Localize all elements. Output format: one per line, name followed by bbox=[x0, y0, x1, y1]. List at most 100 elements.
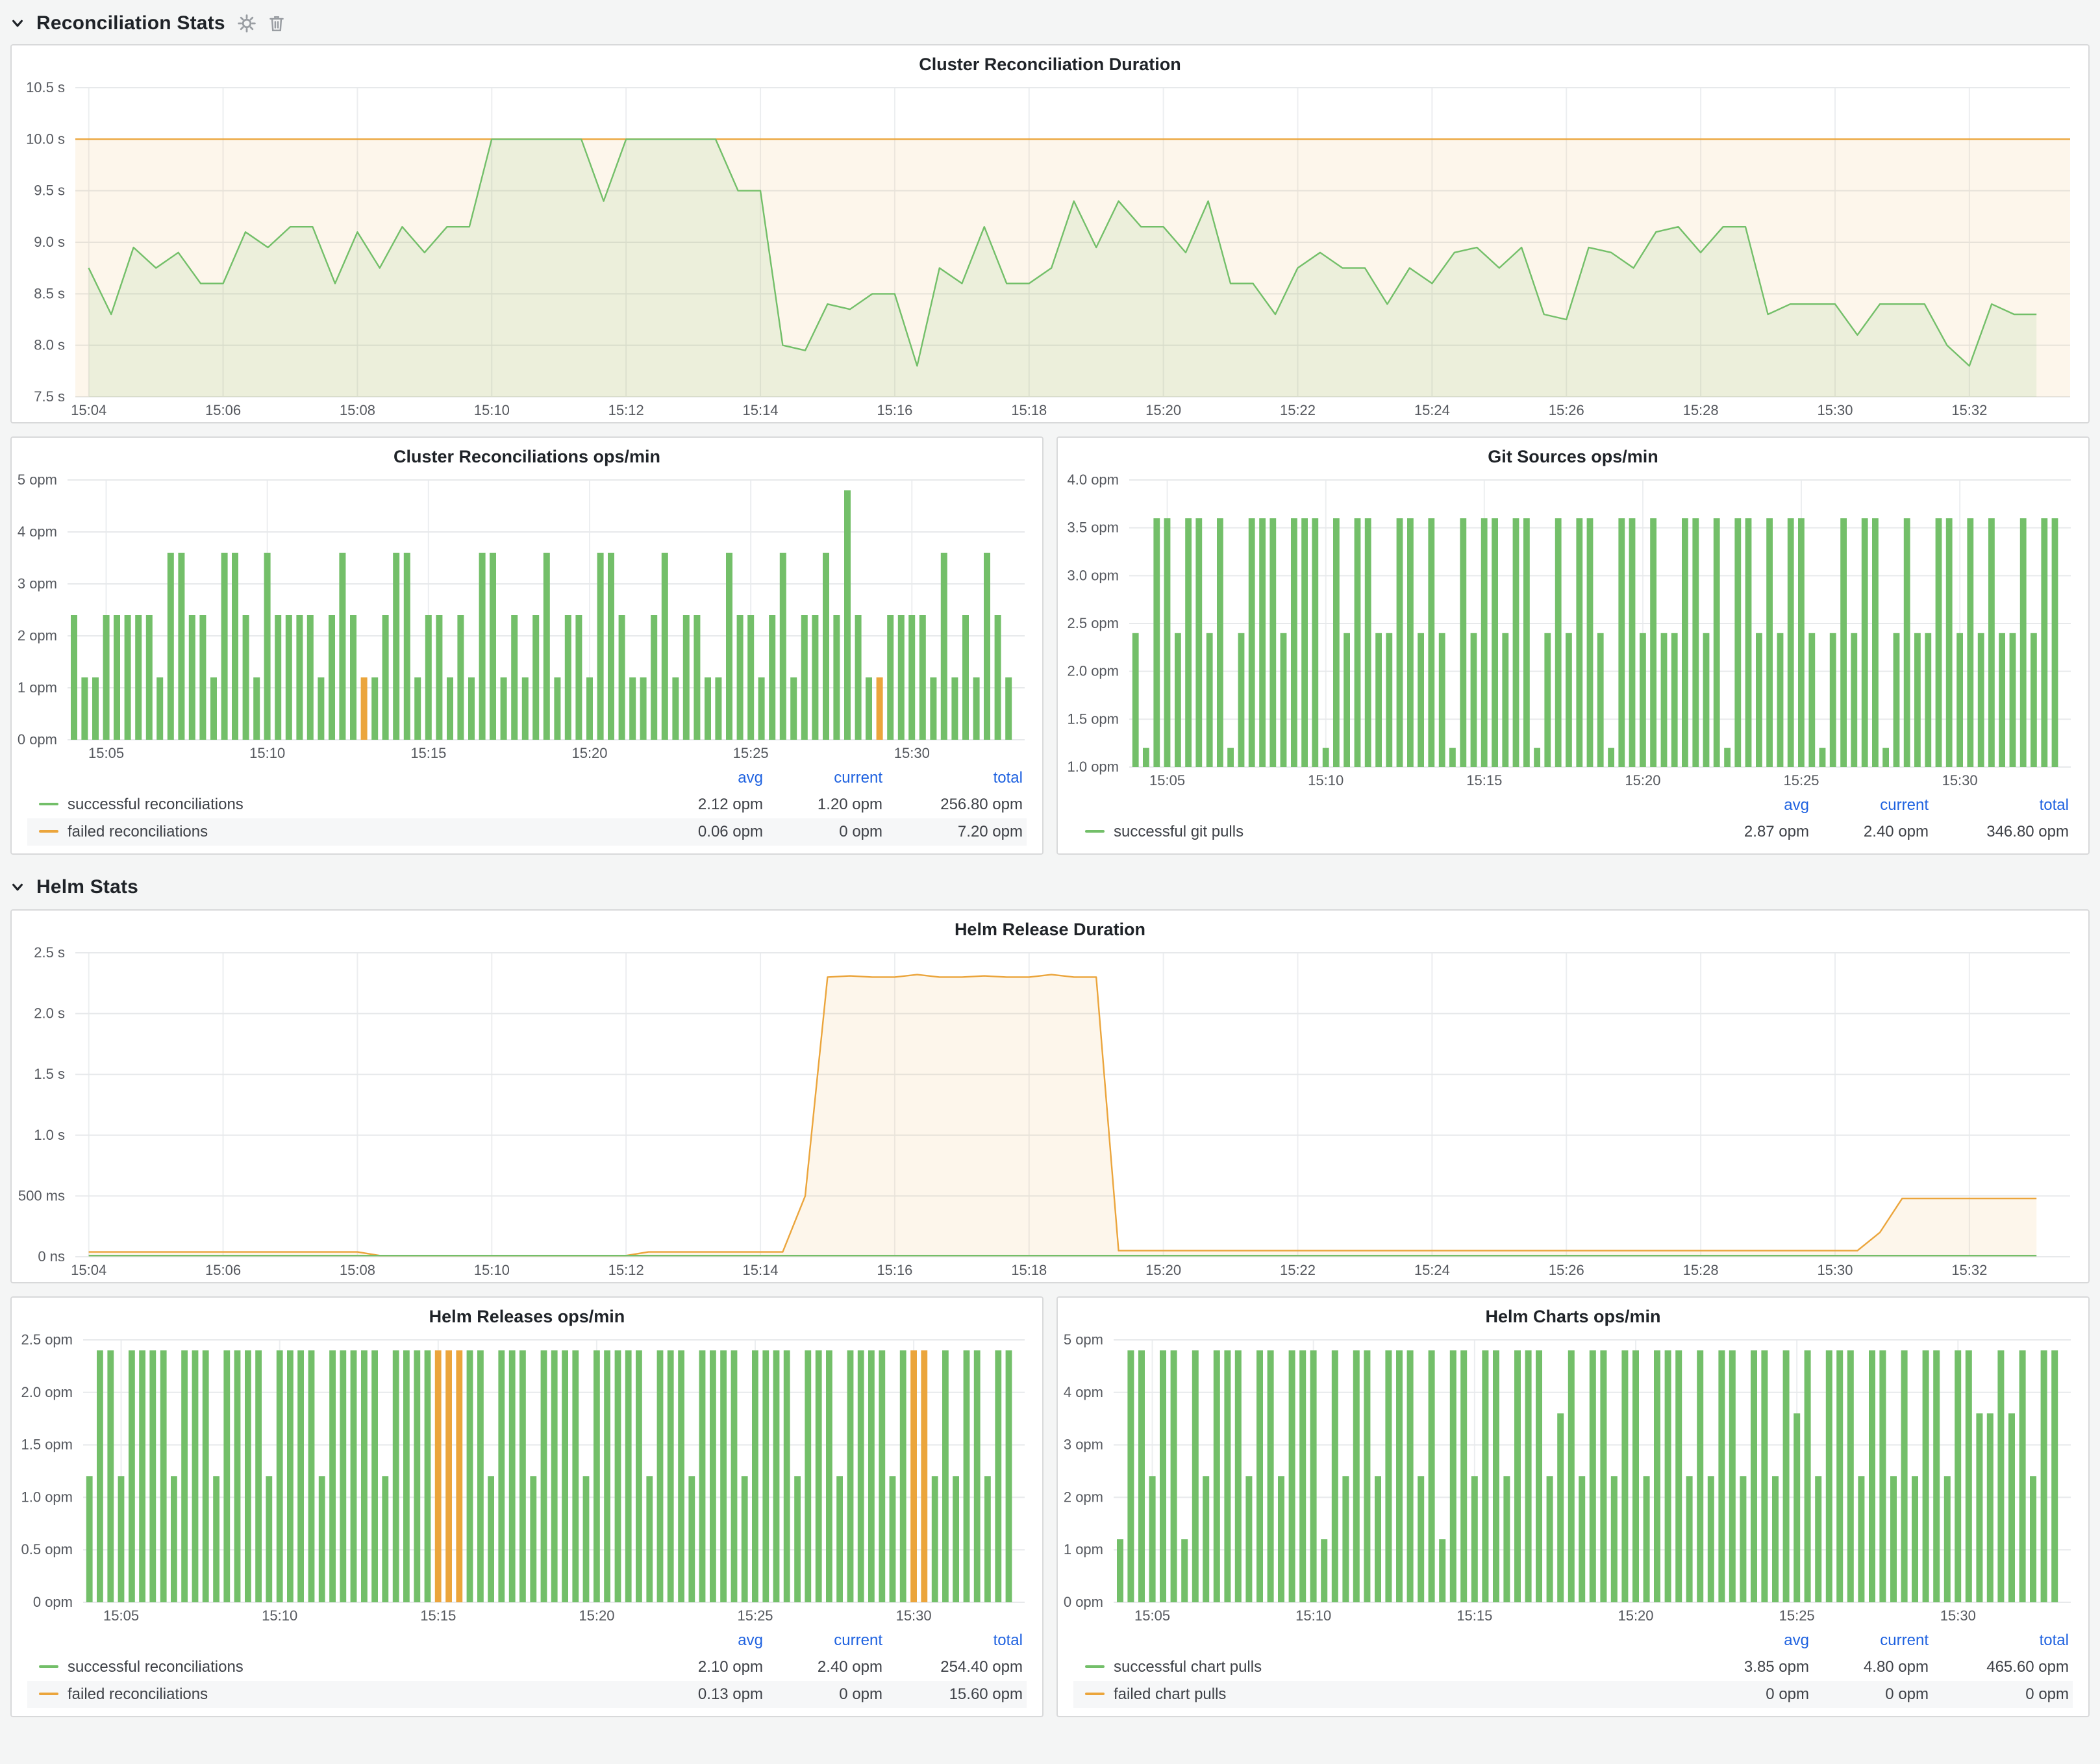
svg-text:15:25: 15:25 bbox=[737, 1607, 773, 1624]
row-reconciliation-ops: Cluster Reconciliations ops/min 15:0515:… bbox=[10, 436, 2090, 855]
svg-text:2.5 opm: 2.5 opm bbox=[21, 1331, 73, 1348]
legend-header-spacer bbox=[27, 1628, 647, 1654]
svg-text:3.0 opm: 3.0 opm bbox=[1068, 567, 1119, 583]
legend-header-total[interactable]: total bbox=[886, 765, 1027, 791]
legend-label[interactable]: failed reconciliations bbox=[68, 823, 208, 840]
chevron-down-icon[interactable] bbox=[10, 16, 25, 31]
svg-text:15:10: 15:10 bbox=[474, 1262, 510, 1278]
legend-label[interactable]: successful reconciliations bbox=[68, 796, 244, 813]
panel-helm-charts-ops: Helm Charts ops/min 15:0515:1015:1515:20… bbox=[1056, 1296, 2090, 1717]
legend-label[interactable]: successful reconciliations bbox=[68, 1658, 244, 1676]
legend-avg-value: 2.10 opm bbox=[647, 1654, 767, 1681]
svg-text:0 opm: 0 opm bbox=[33, 1594, 73, 1610]
legend-header-current[interactable]: current bbox=[767, 1628, 886, 1654]
gear-icon[interactable] bbox=[237, 14, 256, 33]
panel-title[interactable]: Helm Releases ops/min bbox=[12, 1298, 1042, 1329]
legend-current-value: 2.40 opm bbox=[767, 1654, 886, 1681]
legend-header-total[interactable]: total bbox=[1932, 1628, 2073, 1654]
svg-text:15:30: 15:30 bbox=[1817, 1262, 1853, 1278]
panel-title[interactable]: Cluster Reconciliations ops/min bbox=[12, 438, 1042, 470]
series-dash-icon bbox=[39, 830, 58, 833]
legend-row-successful-chart-pulls: successful chart pulls 3.85 opm 4.80 opm… bbox=[1073, 1654, 2073, 1681]
trash-icon[interactable] bbox=[268, 14, 285, 32]
legend-current-value: 0 opm bbox=[1813, 1681, 1932, 1708]
cluster-reconciliations-ops-chart[interactable]: 15:0515:1015:1515:2015:2515:300 opm1 opm… bbox=[12, 470, 1042, 765]
legend-header-avg[interactable]: avg bbox=[647, 1628, 767, 1654]
svg-text:15:20: 15:20 bbox=[579, 1607, 614, 1624]
legend-header-total[interactable]: total bbox=[886, 1628, 1027, 1654]
legend-label[interactable]: failed chart pulls bbox=[1114, 1685, 1226, 1703]
svg-text:15:24: 15:24 bbox=[1414, 402, 1450, 418]
panel-title[interactable]: Cluster Reconciliation Duration bbox=[12, 45, 2088, 77]
svg-text:8.5 s: 8.5 s bbox=[34, 285, 65, 301]
section-title[interactable]: Reconciliation Stats bbox=[36, 12, 225, 34]
svg-text:15:16: 15:16 bbox=[877, 1262, 912, 1278]
legend-avg-value: 0.13 opm bbox=[647, 1681, 767, 1708]
svg-text:15:18: 15:18 bbox=[1011, 402, 1047, 418]
helm-charts-ops-chart[interactable]: 15:0515:1015:1515:2015:2515:300 opm1 opm… bbox=[1058, 1329, 2088, 1628]
svg-text:15:15: 15:15 bbox=[410, 745, 446, 761]
legend-header-spacer bbox=[1073, 792, 1694, 818]
svg-text:15:15: 15:15 bbox=[1456, 1607, 1492, 1624]
legend-label[interactable]: successful chart pulls bbox=[1114, 1658, 1262, 1676]
legend-header-current[interactable]: current bbox=[767, 765, 886, 791]
legend-header-spacer bbox=[27, 765, 647, 791]
legend-total-value: 15.60 opm bbox=[886, 1681, 1027, 1708]
legend-avg-value: 2.87 opm bbox=[1694, 818, 1813, 846]
legend-label[interactable]: failed reconciliations bbox=[68, 1685, 208, 1703]
svg-text:15:25: 15:25 bbox=[733, 745, 769, 761]
svg-text:1.5 opm: 1.5 opm bbox=[21, 1437, 73, 1453]
legend-header-total[interactable]: total bbox=[1932, 792, 2073, 818]
svg-text:15:14: 15:14 bbox=[742, 402, 778, 418]
svg-text:15:12: 15:12 bbox=[608, 402, 644, 418]
svg-text:15:20: 15:20 bbox=[1618, 1607, 1653, 1624]
svg-text:15:10: 15:10 bbox=[249, 745, 285, 761]
svg-text:4 opm: 4 opm bbox=[18, 523, 57, 540]
svg-text:15:04: 15:04 bbox=[71, 402, 106, 418]
legend-total-value: 346.80 opm bbox=[1932, 818, 2073, 846]
cluster-reconciliation-duration-chart[interactable]: 15:0415:0615:0815:1015:1215:1415:1615:18… bbox=[12, 77, 2088, 422]
panel-title[interactable]: Helm Charts ops/min bbox=[1058, 1298, 2088, 1329]
svg-text:15:05: 15:05 bbox=[1149, 772, 1185, 788]
section-header-helm-stats[interactable]: Helm Stats bbox=[10, 870, 2090, 904]
legend-avg-value: 0 opm bbox=[1694, 1681, 1813, 1708]
svg-text:0 opm: 0 opm bbox=[1064, 1594, 1103, 1610]
legend-row-failed-reconciliations: failed reconciliations 0.13 opm 0 opm 15… bbox=[27, 1681, 1027, 1708]
chevron-down-icon[interactable] bbox=[10, 880, 25, 894]
git-sources-ops-chart[interactable]: 15:0515:1015:1515:2015:2515:301.0 opm1.5… bbox=[1058, 470, 2088, 792]
svg-text:0 ns: 0 ns bbox=[38, 1248, 65, 1265]
panel-title[interactable]: Helm Release Duration bbox=[12, 911, 2088, 942]
series-dash-icon bbox=[39, 803, 58, 805]
svg-text:15:30: 15:30 bbox=[1817, 402, 1853, 418]
series-dash-icon bbox=[39, 1693, 58, 1695]
svg-text:15:20: 15:20 bbox=[1625, 772, 1660, 788]
section-header-reconciliation-stats[interactable]: Reconciliation Stats bbox=[10, 8, 2090, 39]
section-title[interactable]: Helm Stats bbox=[36, 876, 138, 898]
helm-releases-ops-chart[interactable]: 15:0515:1015:1515:2015:2515:300 opm0.5 o… bbox=[12, 1329, 1042, 1628]
helm-release-duration-chart[interactable]: 15:0415:0615:0815:1015:1215:1415:1615:18… bbox=[12, 942, 2088, 1282]
svg-text:2.0 s: 2.0 s bbox=[34, 1005, 65, 1022]
svg-text:15:22: 15:22 bbox=[1280, 402, 1316, 418]
svg-text:3.5 opm: 3.5 opm bbox=[1068, 520, 1119, 536]
legend-header-avg[interactable]: avg bbox=[1694, 1628, 1813, 1654]
svg-text:1 opm: 1 opm bbox=[1064, 1541, 1103, 1557]
legend-header-avg[interactable]: avg bbox=[1694, 792, 1813, 818]
svg-text:15:14: 15:14 bbox=[742, 1262, 778, 1278]
legend: avg current total successful chart pulls… bbox=[1058, 1628, 2088, 1716]
svg-text:15:08: 15:08 bbox=[340, 402, 375, 418]
series-dash-icon bbox=[39, 1665, 58, 1668]
svg-text:15:25: 15:25 bbox=[1779, 1607, 1815, 1624]
legend: avg current total successful git pulls 2… bbox=[1058, 792, 2088, 853]
panel-helm-releases-ops: Helm Releases ops/min 15:0515:1015:1515:… bbox=[10, 1296, 1044, 1717]
legend-header-current[interactable]: current bbox=[1813, 792, 1932, 818]
legend-header-current[interactable]: current bbox=[1813, 1628, 1932, 1654]
svg-text:4.0 opm: 4.0 opm bbox=[1068, 472, 1119, 488]
legend-header-avg[interactable]: avg bbox=[647, 765, 767, 791]
legend-label[interactable]: successful git pulls bbox=[1114, 823, 1244, 840]
svg-text:1 opm: 1 opm bbox=[18, 679, 57, 696]
svg-text:15:06: 15:06 bbox=[205, 402, 241, 418]
legend-header-spacer bbox=[1073, 1628, 1694, 1654]
panel-title[interactable]: Git Sources ops/min bbox=[1058, 438, 2088, 470]
legend-current-value: 2.40 opm bbox=[1813, 818, 1932, 846]
svg-text:15:30: 15:30 bbox=[1940, 1607, 1976, 1624]
